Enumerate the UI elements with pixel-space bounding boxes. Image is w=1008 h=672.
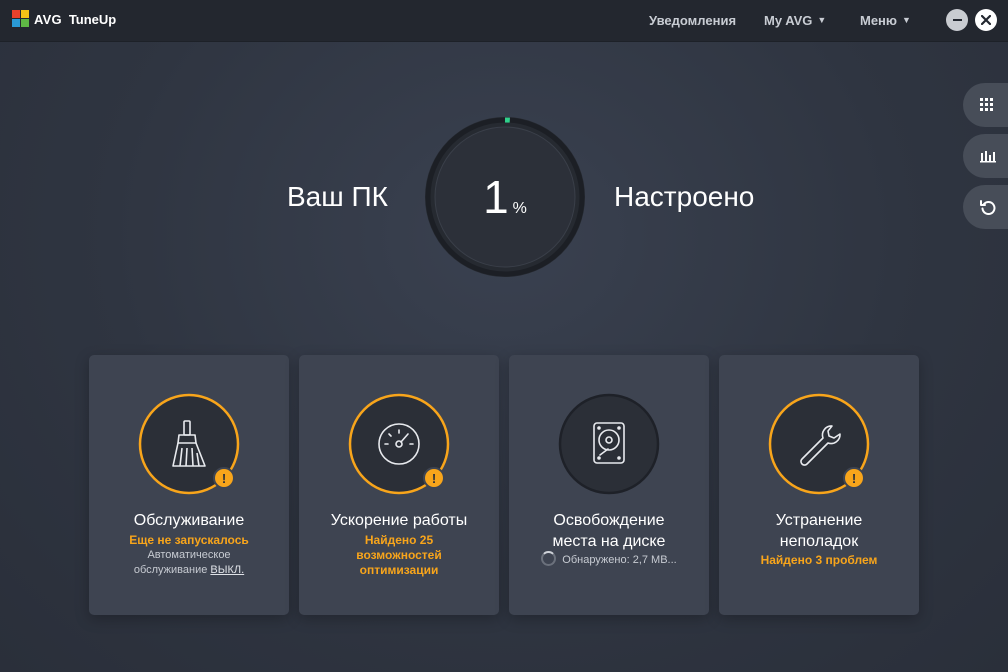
avg-logo-icon bbox=[12, 10, 30, 28]
disk-cleanup-card[interactable]: Освобождение места на диске Обнаружено: … bbox=[509, 355, 709, 615]
card-title-line: Устранение bbox=[775, 512, 863, 529]
card-status-line: оптимизации bbox=[359, 563, 439, 577]
auto-maintenance-toggle-link[interactable]: ВЫКЛ. bbox=[210, 564, 244, 576]
my-avg-label: My AVG bbox=[764, 12, 813, 28]
status-label-left: Ваш ПК bbox=[287, 181, 388, 212]
speed-up-card[interactable]: ! Ускорение работы Найдено 25 возможност… bbox=[299, 355, 499, 615]
card-detail: Автоматическое bbox=[147, 549, 231, 561]
disk-cleanup-ring bbox=[558, 393, 660, 495]
maintenance-card[interactable]: ! Обслуживание Еще не запускалось Автома… bbox=[89, 355, 289, 615]
gauge-percent: 1 bbox=[483, 171, 509, 223]
card-progress-text: Обнаружено: 2,7 МВ... bbox=[562, 554, 677, 566]
card-status: Еще не запускалось bbox=[129, 533, 249, 547]
menu-label: Меню bbox=[860, 12, 898, 28]
app-logo: AVG TuneUp bbox=[12, 10, 116, 28]
card-title: Обслуживание bbox=[133, 512, 245, 529]
notifications-label: Уведомления bbox=[649, 12, 737, 28]
menu-dropdown[interactable]: Меню ▼ bbox=[860, 0, 911, 40]
rescue-center-button[interactable] bbox=[963, 185, 1008, 229]
my-avg-dropdown[interactable]: My AVG ▼ bbox=[764, 0, 826, 40]
apps-grid-icon bbox=[980, 98, 993, 111]
chevron-down-icon: ▼ bbox=[817, 15, 827, 25]
close-icon bbox=[981, 15, 991, 25]
apps-grid-button[interactable] bbox=[963, 83, 1008, 127]
alert-badge: ! bbox=[213, 467, 235, 489]
card-title-line: неполадок bbox=[779, 533, 859, 550]
brand-name: AVG bbox=[34, 11, 62, 27]
alert-badge: ! bbox=[423, 467, 445, 489]
card-title-line: Освобождение bbox=[553, 512, 665, 529]
fix-problems-card[interactable]: ! Устранение неполадок Найдено 3 проблем bbox=[719, 355, 919, 615]
status-label-right: Настроено bbox=[614, 181, 755, 212]
close-button[interactable] bbox=[975, 9, 997, 31]
card-status: Найдено 3 проблем bbox=[760, 553, 878, 567]
card-progress: Обнаружено: 2,7 МВ... bbox=[509, 551, 709, 568]
minimize-button[interactable] bbox=[946, 9, 968, 31]
bar-chart-icon bbox=[980, 151, 996, 163]
gauge-value: 1% bbox=[423, 170, 587, 224]
title-bar: AVG TuneUp Уведомления My AVG ▼ Меню ▼ bbox=[0, 0, 1008, 42]
card-status-line: возможностей bbox=[356, 548, 442, 562]
product-name: TuneUp bbox=[68, 11, 117, 27]
chevron-down-icon: ▼ bbox=[902, 15, 911, 25]
card-title-line: места на диске bbox=[552, 533, 666, 550]
undo-icon bbox=[980, 200, 996, 215]
notifications-link[interactable]: Уведомления bbox=[649, 0, 736, 40]
loading-spinner-icon bbox=[541, 551, 557, 566]
card-detail-line: обслуживание ВЫКЛ. bbox=[89, 563, 289, 578]
statistics-button[interactable] bbox=[963, 134, 1008, 178]
card-title: Ускорение работы bbox=[330, 512, 468, 529]
alert-badge: ! bbox=[843, 467, 865, 489]
gauge-unit: % bbox=[512, 200, 527, 217]
card-detail-text: обслуживание bbox=[133, 564, 208, 576]
card-status-line: Найдено 25 bbox=[364, 533, 434, 547]
